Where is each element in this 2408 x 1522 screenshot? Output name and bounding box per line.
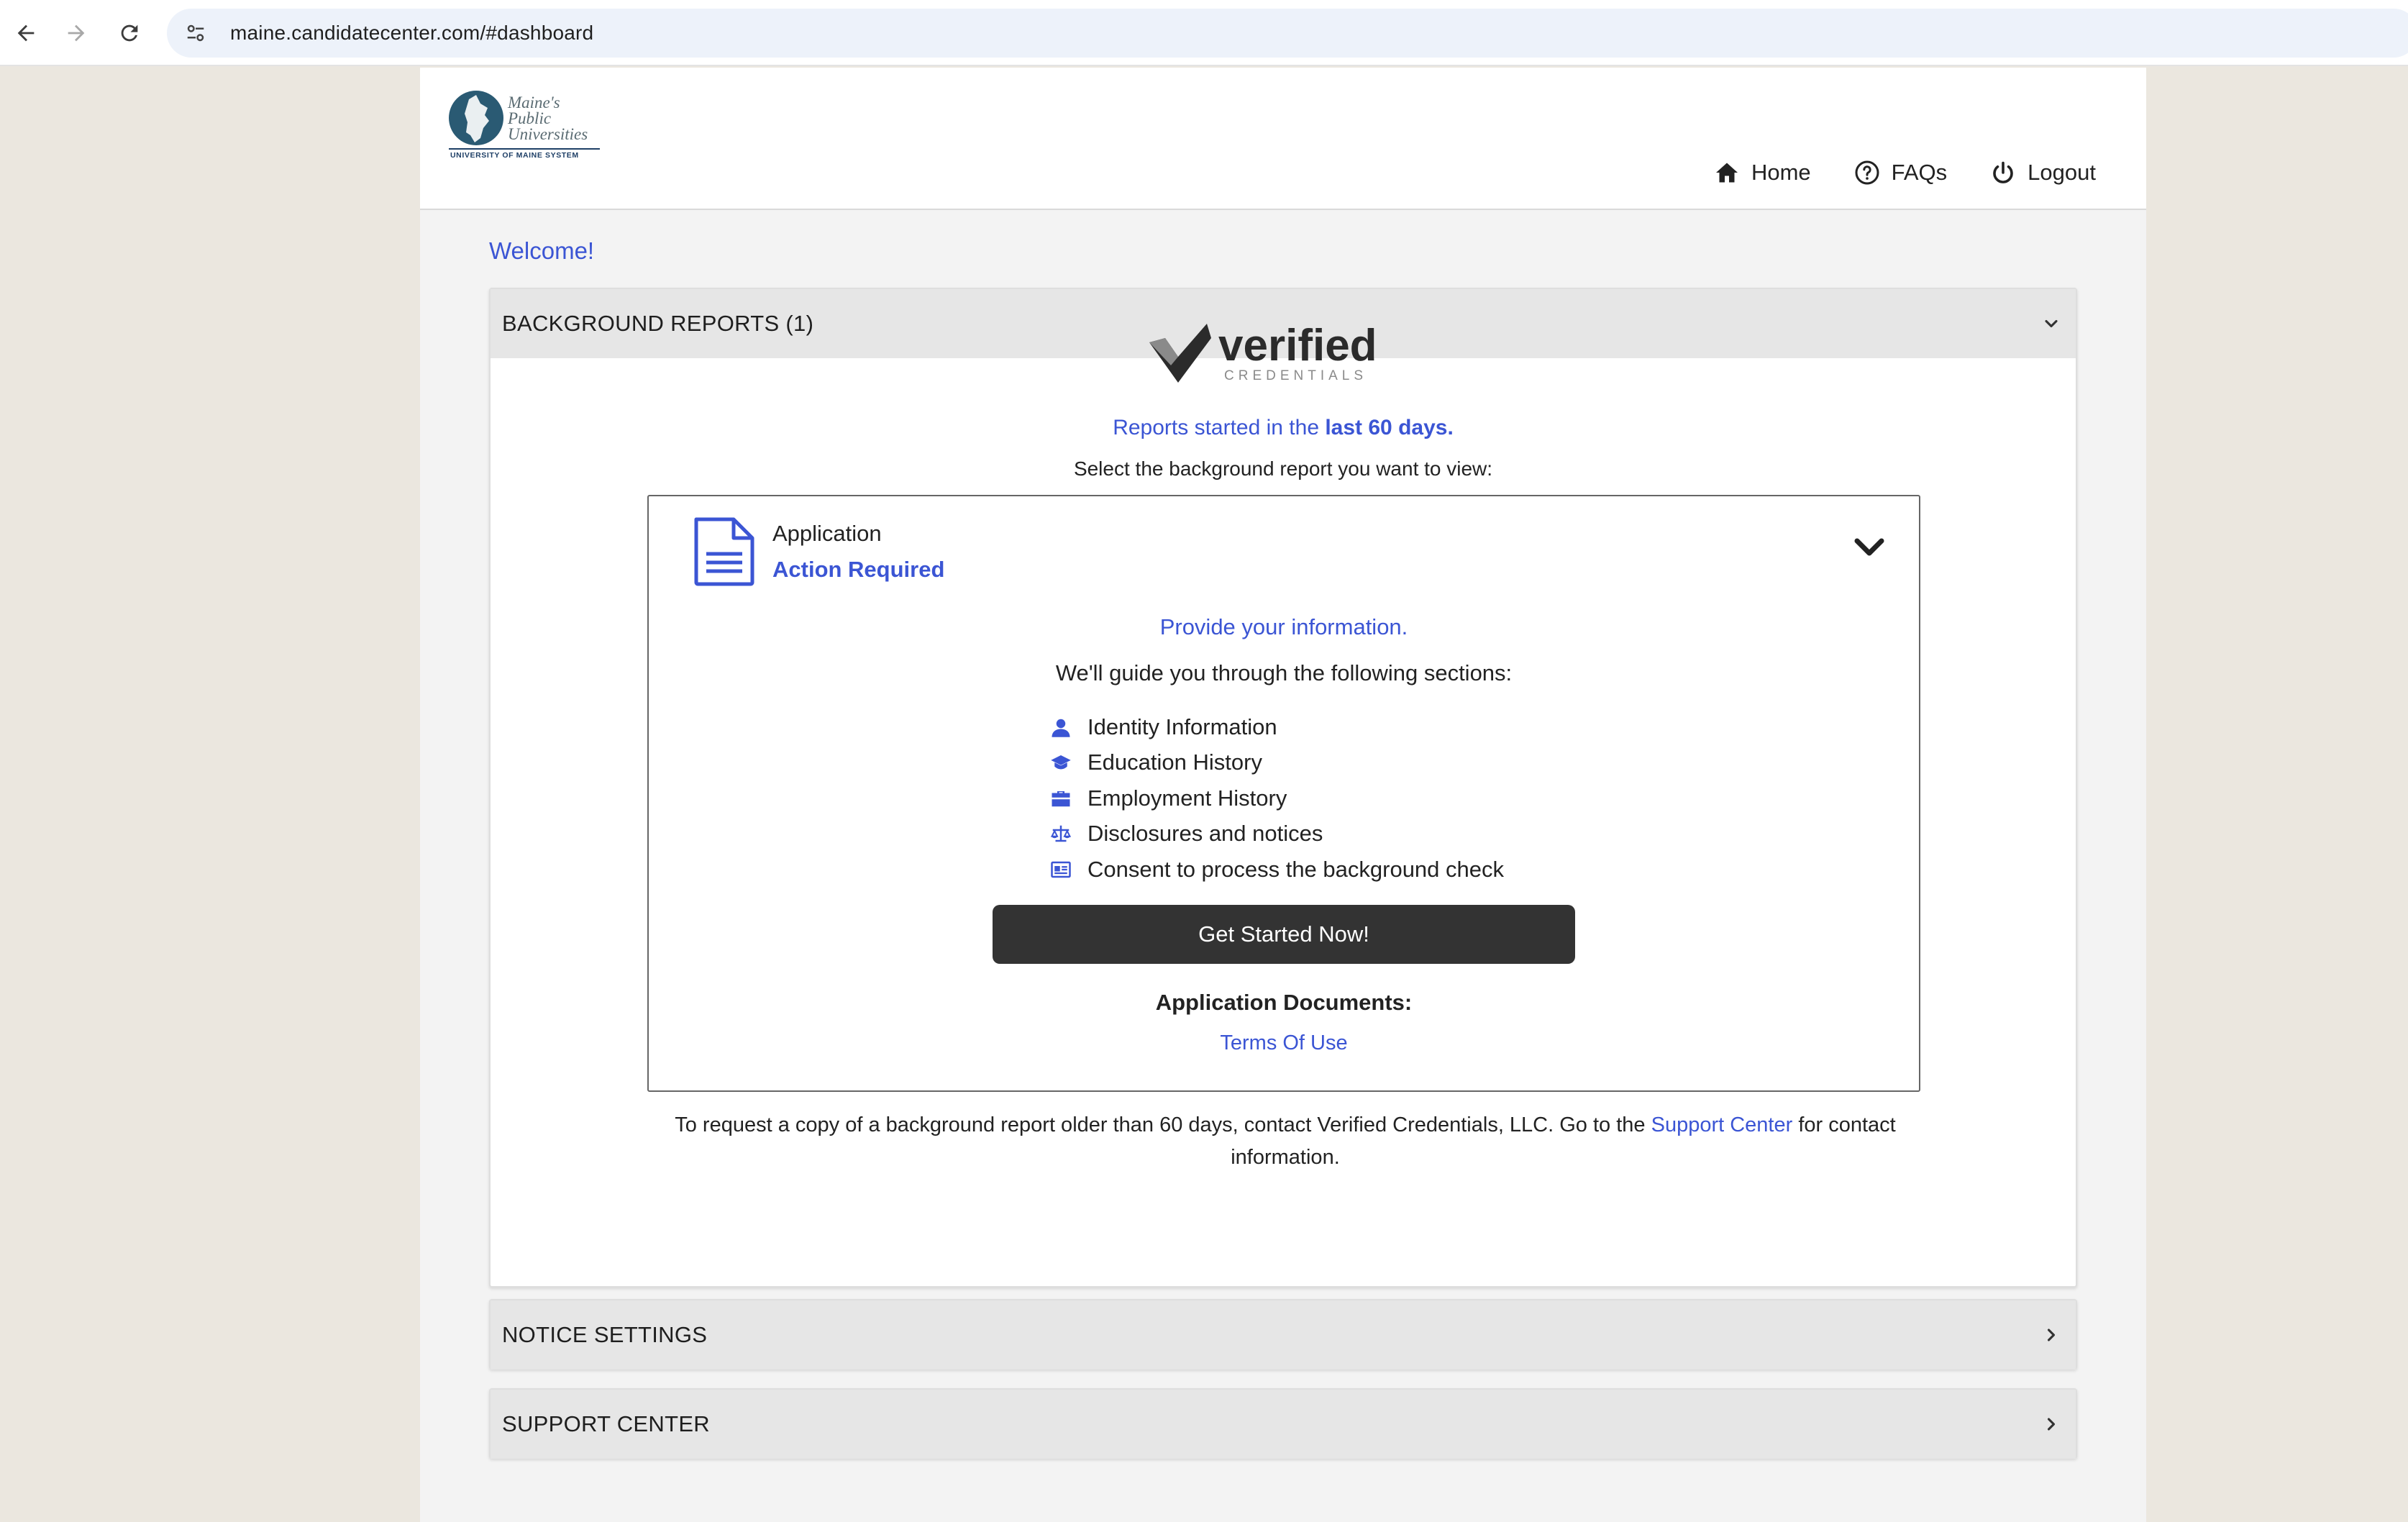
site-header: Maine's Public Universities UNIVERSITY O… bbox=[420, 68, 2146, 210]
support-center-title: SUPPORT CENTER bbox=[502, 1411, 710, 1436]
id-card-icon bbox=[1049, 857, 1073, 882]
notice-settings-header[interactable]: NOTICE SETTINGS bbox=[491, 1300, 2076, 1370]
list-item: Employment History bbox=[1049, 780, 1504, 816]
chevron-right-icon bbox=[2047, 1329, 2056, 1341]
nav-faqs[interactable]: FAQs bbox=[1854, 160, 1948, 186]
logo-subtitle: UNIVERSITY OF MAINE SYSTEM bbox=[450, 151, 579, 160]
section-label: Identity Information bbox=[1087, 714, 1277, 739]
arrow-right-icon bbox=[68, 24, 85, 42]
welcome-heading: Welcome! bbox=[489, 237, 595, 264]
reports-window-note: Reports started in the last 60 days. bbox=[1113, 416, 1454, 439]
background-reports-panel: BACKGROUND REPORTS (1) verified CREDENTI… bbox=[489, 288, 2077, 1288]
forward-button[interactable] bbox=[56, 13, 96, 53]
person-icon bbox=[1049, 715, 1073, 739]
notice-settings-title: NOTICE SETTINGS bbox=[502, 1322, 708, 1347]
application-title: Application bbox=[772, 521, 882, 546]
document-icon bbox=[694, 517, 754, 586]
support-center-header[interactable]: SUPPORT CENTER bbox=[491, 1390, 2076, 1459]
briefcase-icon bbox=[1049, 786, 1073, 811]
guide-text: We'll guide you through the following se… bbox=[1055, 660, 1513, 685]
support-center-link[interactable]: Support Center bbox=[1651, 1113, 1793, 1136]
question-circle-icon bbox=[1855, 160, 1879, 185]
nav-logout[interactable]: Logout bbox=[1990, 160, 2096, 186]
application-status: Action Required bbox=[772, 557, 945, 582]
sections-list: Identity Information Education History E… bbox=[1049, 709, 1504, 888]
balance-scale-icon bbox=[1049, 821, 1073, 846]
verified-credentials-logo: verified CREDENTIALS bbox=[1149, 321, 1377, 383]
page-container: Maine's Public Universities UNIVERSITY O… bbox=[420, 68, 2146, 1522]
address-bar[interactable]: maine.candidatecenter.com/#dashboard bbox=[167, 9, 2408, 58]
get-started-button[interactable]: Get Started Now! bbox=[993, 905, 1575, 964]
svg-text:CREDENTIALS: CREDENTIALS bbox=[1224, 368, 1367, 383]
support-center-panel: SUPPORT CENTER bbox=[489, 1388, 2077, 1459]
nav-logout-label: Logout bbox=[2028, 160, 2096, 185]
top-nav: Home FAQs Logout bbox=[1714, 160, 2096, 186]
terms-of-use-link[interactable]: Terms Of Use bbox=[649, 1031, 1919, 1055]
section-label: Employment History bbox=[1087, 785, 1287, 811]
section-label: Education History bbox=[1087, 749, 1262, 775]
section-label: Disclosures and notices bbox=[1087, 821, 1323, 847]
logo-divider bbox=[449, 148, 600, 150]
home-icon bbox=[1715, 163, 1738, 183]
list-item: Identity Information bbox=[1049, 709, 1504, 745]
select-report-prompt: Select the background report you want to… bbox=[1073, 457, 1493, 480]
list-item: Disclosures and notices bbox=[1049, 816, 1504, 852]
arrow-left-icon bbox=[17, 24, 35, 42]
url-text[interactable]: maine.candidatecenter.com/#dashboard bbox=[230, 22, 593, 45]
chevron-right-icon bbox=[2047, 1418, 2056, 1431]
older-reports-note: To request a copy of a background report… bbox=[675, 1113, 1896, 1169]
browser-toolbar: maine.candidatecenter.com/#dashboard bbox=[0, 0, 2408, 66]
logo-wordmark: Maine's Public Universities bbox=[508, 94, 588, 143]
nav-home-label: Home bbox=[1751, 160, 1811, 185]
chevron-down-icon[interactable] bbox=[1853, 535, 1886, 560]
list-item: Consent to process the background check bbox=[1049, 852, 1504, 888]
power-icon bbox=[1993, 161, 2013, 183]
reload-icon bbox=[121, 24, 138, 42]
reload-button[interactable] bbox=[109, 13, 150, 53]
application-documents-heading: Application Documents: bbox=[1155, 990, 1413, 1015]
site-settings-icon[interactable] bbox=[181, 19, 210, 47]
chevron-down-icon bbox=[2045, 319, 2058, 328]
background-reports-title: BACKGROUND REPORTS (1) bbox=[502, 311, 814, 336]
back-button[interactable] bbox=[6, 13, 46, 53]
list-item: Education History bbox=[1049, 745, 1504, 781]
nav-home[interactable]: Home bbox=[1714, 160, 1811, 186]
graduation-cap-icon bbox=[1049, 750, 1073, 775]
section-label: Consent to process the background check bbox=[1087, 856, 1505, 882]
nav-faqs-label: FAQs bbox=[1891, 160, 1948, 185]
application-report-card[interactable]: Application Action Required Provide your… bbox=[647, 495, 1920, 1092]
notice-settings-panel: NOTICE SETTINGS bbox=[489, 1299, 2077, 1370]
svg-text:verified: verified bbox=[1218, 321, 1377, 370]
provide-info-heading: Provide your information. bbox=[1159, 614, 1408, 639]
